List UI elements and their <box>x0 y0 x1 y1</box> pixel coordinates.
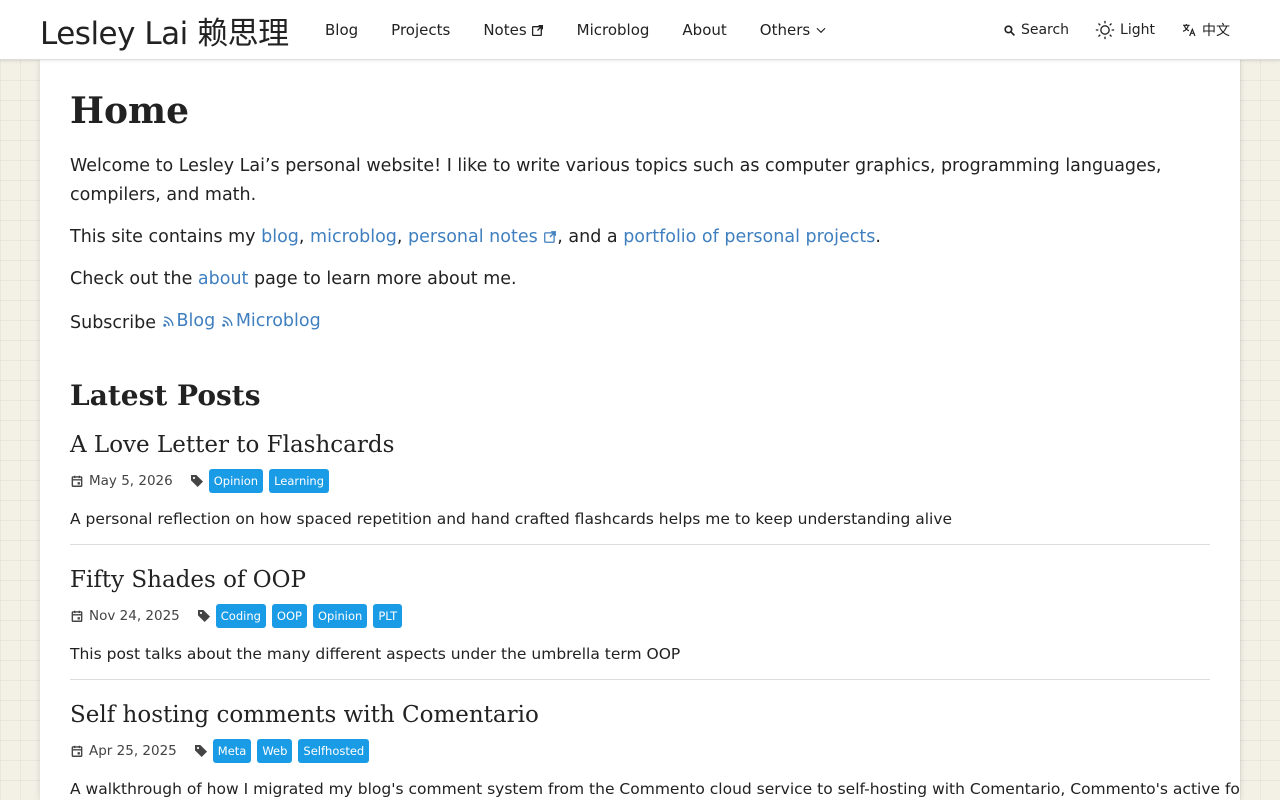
and-a-text: , and a <box>557 227 624 247</box>
contents-prefix: This site contains my <box>70 227 262 247</box>
nav-microblog[interactable]: Microblog <box>577 21 650 39</box>
calendar-icon <box>71 610 83 622</box>
intro-section: Welcome to Lesley Lai’s personal website… <box>70 152 1210 351</box>
subscribe-label: Subscribe <box>70 313 162 333</box>
about-prefix: Check out the <box>70 269 198 289</box>
post-item: Fifty Shades of OOP Nov 24, 2025 Coding … <box>70 563 1210 680</box>
language-label: 中文 <box>1202 23 1230 39</box>
subscribe-microblog-label: Microblog <box>235 311 321 331</box>
external-link-icon <box>544 231 557 243</box>
tag-badge[interactable]: Selfhosted <box>298 739 370 763</box>
calendar-icon <box>71 475 83 487</box>
post-meta: Apr 25, 2025 Meta Web Selfhosted <box>70 738 1210 764</box>
post-list: A Love Letter to Flashcards May 5, 2026 … <box>70 428 1240 800</box>
subscribe-blog-link[interactable]: Blog <box>162 307 216 336</box>
post-meta: Nov 24, 2025 Coding OOP Opinion PLT <box>70 603 1210 629</box>
nav-others-label: Others <box>759 21 811 39</box>
post-date-text: May 5, 2026 <box>89 473 173 489</box>
post-date: Apr 25, 2025 <box>70 743 177 759</box>
rss-icon <box>222 316 233 327</box>
post-title-link[interactable]: Self hosting comments with Comentario <box>70 702 539 728</box>
nav-notes[interactable]: Notes <box>483 21 543 39</box>
nav-blog-label: Blog <box>325 21 359 39</box>
search-button[interactable]: Search <box>1003 22 1069 38</box>
nav-microblog-label: Microblog <box>576 21 650 39</box>
tag-badge[interactable]: OOP <box>271 604 307 628</box>
sun-icon <box>1095 20 1115 40</box>
post-date-text: Apr 25, 2025 <box>89 743 177 759</box>
post-title-link[interactable]: Fifty Shades of OOP <box>70 567 306 593</box>
site-title[interactable]: Lesley Lai 赖思理 <box>40 8 289 53</box>
tag-badge[interactable]: Web <box>257 739 293 763</box>
site-header: Lesley Lai 赖思理 Blog Projects Notes Micro… <box>0 0 1280 60</box>
tag-icon <box>194 745 207 757</box>
post-title-link[interactable]: A Love Letter to Flashcards <box>70 432 394 458</box>
microblog-link[interactable]: microblog <box>310 227 397 247</box>
portfolio-link[interactable]: portfolio of personal projects <box>623 227 875 247</box>
chevron-down-icon <box>816 27 826 34</box>
post-description: A walkthrough of how I migrated my blog'… <box>70 780 1240 798</box>
tag-badge[interactable]: Opinion <box>312 604 368 628</box>
tag-badge[interactable]: Meta <box>212 739 252 763</box>
personal-notes-link[interactable]: personal notes <box>408 227 557 247</box>
separator: , <box>298 227 311 247</box>
nav-projects[interactable]: Projects <box>391 21 450 39</box>
subscribe-blog-label: Blog <box>176 311 216 331</box>
nav-projects-label: Projects <box>391 21 451 39</box>
post-description: This post talks about the many different… <box>70 645 681 663</box>
nav-about[interactable]: About <box>682 21 726 39</box>
tag-badge[interactable]: Learning <box>269 469 330 493</box>
post-item: A Love Letter to Flashcards May 5, 2026 … <box>70 428 1210 545</box>
nav-others-dropdown[interactable]: Others <box>760 21 828 39</box>
separator: , <box>396 227 409 247</box>
tag-icon <box>197 610 210 622</box>
tag-badge[interactable]: Opinion <box>208 469 264 493</box>
theme-toggle[interactable]: Light <box>1095 20 1155 40</box>
post-description: A personal reflection on how spaced repe… <box>70 510 953 528</box>
search-label: Search <box>1020 22 1070 38</box>
contents-paragraph: This site contains my blog, microblog, p… <box>70 223 1210 252</box>
search-icon <box>1004 24 1015 36</box>
translate-icon <box>1182 24 1196 37</box>
nav-notes-label: Notes <box>483 21 527 39</box>
post-date: Nov 24, 2025 <box>70 608 180 624</box>
main-content: Home Welcome to Lesley Lai’s personal we… <box>40 60 1240 800</box>
intro-paragraph: Welcome to Lesley Lai’s personal website… <box>70 156 1162 205</box>
subscribe-microblog-link[interactable]: Microblog <box>221 307 321 336</box>
tag-icon <box>190 475 203 487</box>
nav-about-label: About <box>682 21 727 39</box>
about-suffix: page to learn more about me. <box>248 269 517 289</box>
header-tools: Search Light 中文 <box>977 0 1230 60</box>
about-paragraph: Check out the about page to learn more a… <box>70 265 1210 294</box>
blog-link[interactable]: blog <box>261 227 299 247</box>
nav-blog[interactable]: Blog <box>325 21 358 39</box>
rss-icon <box>162 316 174 327</box>
calendar-icon <box>71 745 83 757</box>
latest-posts-heading: Latest Posts <box>70 379 261 412</box>
post-meta: May 5, 2026 Opinion Learning <box>70 468 1210 494</box>
page-title: Home <box>70 90 190 132</box>
about-link[interactable]: about <box>198 269 249 289</box>
external-link-icon <box>531 24 543 36</box>
subscribe-paragraph: Subscribe Blog Microblog <box>70 307 1210 338</box>
tag-badge[interactable]: PLT <box>373 604 403 628</box>
post-item: Self hosting comments with Comentario Ap… <box>70 698 1240 800</box>
theme-label: Light <box>1120 22 1155 38</box>
post-date-text: Nov 24, 2025 <box>89 608 180 624</box>
tag-badge[interactable]: Coding <box>215 604 266 628</box>
language-toggle[interactable]: 中文 <box>1181 20 1230 40</box>
post-date: May 5, 2026 <box>70 473 173 489</box>
period: . <box>875 227 881 247</box>
personal-notes-label: personal notes <box>408 227 538 247</box>
main-nav: Blog Projects Notes Microblog About Othe… <box>325 0 861 60</box>
